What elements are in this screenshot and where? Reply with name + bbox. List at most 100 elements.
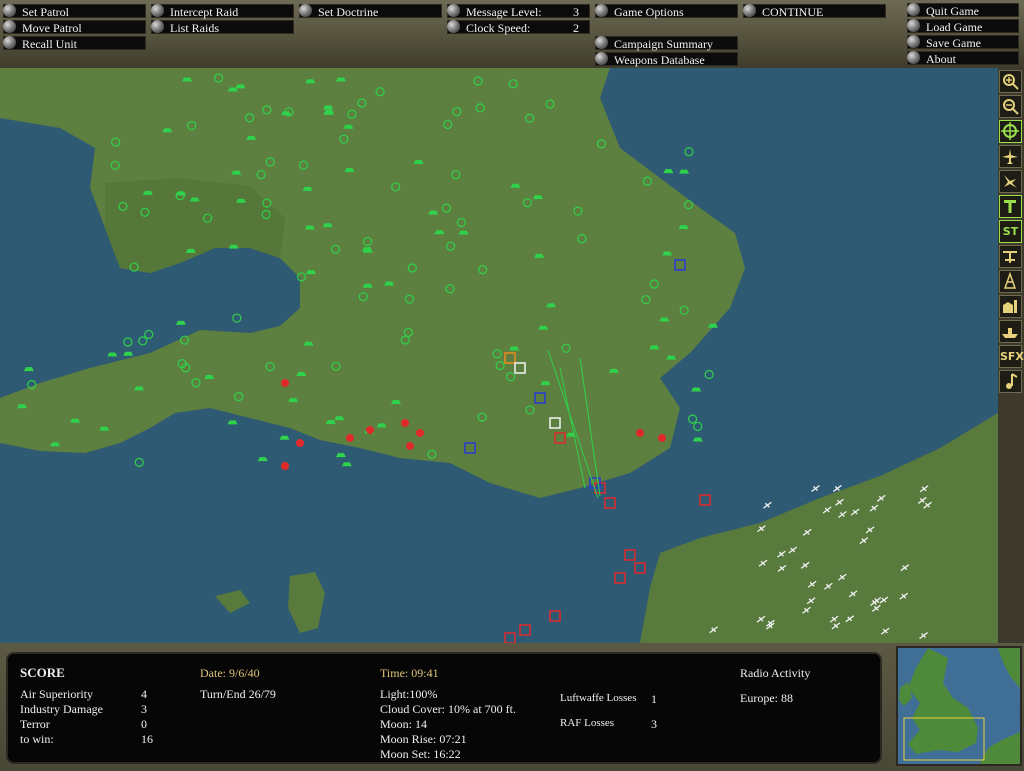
theater-map[interactable] [0, 68, 998, 643]
show-bombers-button[interactable] [999, 170, 1022, 193]
button-led-icon [595, 4, 608, 17]
fighter-plane-icon [1002, 149, 1018, 164]
zoom-in-button[interactable] [999, 70, 1022, 93]
music-button[interactable] [999, 370, 1022, 393]
load-game-button[interactable]: Load Game [907, 19, 1019, 34]
command-bar: Set Patrol Move Patrol Recall Unit Inter… [0, 0, 1024, 68]
luftwaffe-losses-value: 1 [651, 692, 657, 706]
industry-damage-label: Industry Damage [20, 702, 103, 716]
recall-unit-label: Recall Unit [22, 37, 77, 51]
moon-set-text: Moon Set: 16:22 [380, 747, 461, 761]
show-targets-button[interactable] [999, 195, 1022, 218]
save-game-label: Save Game [926, 36, 981, 50]
sfx-button[interactable]: SFX [999, 345, 1024, 368]
set-patrol-button[interactable]: Set Patrol [3, 4, 146, 19]
weapons-database-label: Weapons Database [614, 53, 705, 67]
campaign-summary-label: Campaign Summary [614, 37, 713, 51]
quit-game-label: Quit Game [926, 4, 979, 18]
save-game-button[interactable]: Save Game [907, 35, 1019, 50]
quit-game-button[interactable]: Quit Game [907, 3, 1019, 18]
moon-text: Moon: 14 [380, 717, 428, 731]
light-text: Light:100% [380, 687, 438, 701]
enemy-bomber-marker[interactable] [401, 419, 409, 427]
button-led-icon [907, 51, 920, 64]
move-patrol-label: Move Patrol [22, 21, 82, 35]
game-options-button[interactable]: Game Options [595, 4, 738, 19]
enemy-bomber-marker[interactable] [416, 429, 424, 437]
sfx-label: SFX [1000, 350, 1024, 363]
ship-icon [1002, 328, 1018, 338]
intercept-raid-button[interactable]: Intercept Raid [151, 4, 294, 19]
button-led-icon [595, 36, 608, 49]
show-airfields-button[interactable] [999, 245, 1022, 268]
recall-unit-button[interactable]: Recall Unit [3, 36, 146, 51]
button-led-icon [595, 52, 608, 65]
button-led-icon [3, 36, 16, 49]
map-canvas[interactable] [0, 68, 998, 643]
music-note-icon [1006, 373, 1018, 389]
continue-button[interactable]: CONTINUE [743, 4, 886, 19]
campaign-summary-button[interactable]: Campaign Summary [595, 36, 738, 51]
show-fighters-button[interactable] [999, 145, 1022, 168]
message-level-label: Message Level: [466, 5, 542, 19]
enemy-bomber-marker[interactable] [636, 429, 644, 437]
intercept-raid-label: Intercept Raid [170, 5, 239, 19]
st-button[interactable]: ST [999, 220, 1022, 243]
minimap[interactable] [896, 646, 1022, 766]
date-text: Date: 9/6/40 [200, 666, 260, 680]
enemy-bomber-marker[interactable] [296, 439, 304, 447]
set-patrol-label: Set Patrol [22, 5, 69, 19]
enemy-bomber-marker[interactable] [406, 442, 414, 450]
set-doctrine-button[interactable]: Set Doctrine [299, 4, 442, 19]
target-t-icon [1004, 200, 1016, 213]
cloud-cover-text: Cloud Cover: 10% at 700 ft. [380, 702, 516, 716]
button-led-icon [907, 35, 920, 48]
about-label: About [926, 52, 956, 66]
list-raids-button[interactable]: List Raids [151, 20, 294, 35]
zoom-out-button[interactable] [999, 95, 1022, 118]
weapons-database-button[interactable]: Weapons Database [595, 52, 738, 67]
button-led-icon [151, 4, 164, 17]
game-options-label: Game Options [614, 5, 684, 19]
clock-speed-button[interactable]: Clock Speed: 2 [447, 20, 590, 35]
st-label: ST [1002, 225, 1019, 238]
continue-label: CONTINUE [762, 5, 824, 19]
enemy-bomber-marker[interactable] [281, 379, 289, 387]
map-toolbar: ST SFX [998, 68, 1024, 643]
radar-tower-icon [1003, 271, 1017, 289]
show-ports-button[interactable] [999, 320, 1022, 343]
enemy-bomber-marker[interactable] [366, 426, 374, 434]
set-doctrine-label: Set Doctrine [318, 5, 379, 19]
button-led-icon [3, 20, 16, 33]
terror-label: Terror [20, 717, 50, 731]
enemy-bomber-marker[interactable] [281, 462, 289, 470]
about-button[interactable]: About [907, 51, 1019, 66]
airfield-icon [1003, 251, 1017, 263]
button-led-icon [907, 19, 920, 32]
score-box: SCORE Air Superiority 4 Industry Damage … [6, 652, 882, 764]
message-level-value: 3 [573, 5, 579, 19]
button-led-icon [907, 3, 920, 16]
button-led-icon [151, 20, 164, 33]
button-led-icon [299, 4, 312, 17]
terror-value: 0 [141, 717, 147, 731]
to-win-label: to win: [20, 732, 54, 746]
industry-damage-value: 3 [141, 702, 147, 716]
button-led-icon [447, 20, 460, 33]
turn-text: Turn/End 26/79 [200, 687, 276, 701]
move-patrol-button[interactable]: Move Patrol [3, 20, 146, 35]
center-map-button[interactable] [999, 120, 1022, 143]
minimap-canvas [898, 648, 1020, 764]
message-level-button[interactable]: Message Level: 3 [447, 4, 590, 19]
enemy-bomber-marker[interactable] [346, 434, 354, 442]
zoom-in-icon [1003, 74, 1019, 90]
show-radar-button[interactable] [999, 270, 1022, 293]
enemy-bomber-marker[interactable] [658, 434, 666, 442]
score-heading: SCORE [20, 665, 65, 680]
status-panel: SCORE Air Superiority 4 Industry Damage … [0, 643, 1024, 771]
raf-losses-label: RAF Losses [560, 717, 615, 729]
air-superiority-label: Air Superiority [20, 687, 93, 701]
show-factories-button[interactable] [999, 295, 1022, 318]
button-led-icon [447, 4, 460, 17]
moon-rise-text: Moon Rise: 07:21 [380, 732, 467, 746]
